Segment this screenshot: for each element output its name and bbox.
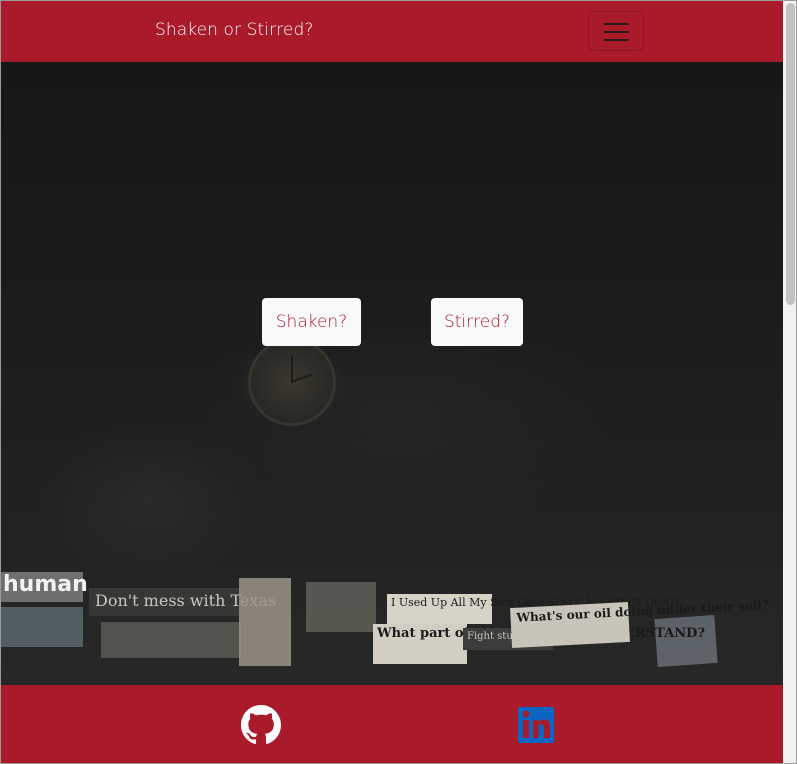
hamburger-menu-icon: [604, 39, 629, 41]
vertical-scrollbar[interactable]: [783, 1, 796, 763]
background-sticker: [101, 622, 241, 658]
stirred-button[interactable]: Stirred?: [431, 298, 523, 346]
github-link[interactable]: [241, 705, 281, 745]
background-sticker: human: [1, 572, 88, 602]
linkedin-link[interactable]: [518, 705, 554, 745]
background-sticker: I Used Up All My Sick Days SO I CALLED I…: [387, 594, 678, 624]
background-sticker: What part of NO DON'T YOU UNDERSTAND?: [373, 624, 705, 664]
background-sticker: [654, 614, 718, 668]
linkedin-icon: [518, 707, 554, 743]
background-sticker: [306, 582, 376, 632]
github-icon: [241, 705, 281, 745]
navbar: Shaken or Stirred?: [1, 1, 783, 62]
hamburger-menu-icon: [604, 31, 629, 33]
background-photo: [239, 578, 291, 666]
footer: [1, 685, 783, 763]
background-sticker: [1, 607, 83, 647]
navbar-toggler-button[interactable]: [588, 11, 644, 51]
background-sticker: What's our oil doing under their soil?: [510, 598, 769, 649]
browser-frame: Shaken or Stirred? human Don't mess with…: [0, 0, 797, 764]
page-viewport: Shaken or Stirred? human Don't mess with…: [1, 1, 783, 763]
navbar-brand[interactable]: Shaken or Stirred?: [155, 20, 314, 40]
background-sticker: Don't mess with Texas: [89, 588, 276, 616]
shaken-button[interactable]: Shaken?: [262, 298, 361, 346]
hero-section: human Don't mess with Texas I Used Up Al…: [1, 62, 783, 685]
scrollbar-thumb[interactable]: [786, 3, 795, 305]
hamburger-menu-icon: [604, 23, 629, 25]
wall-clock-image: [248, 338, 336, 426]
